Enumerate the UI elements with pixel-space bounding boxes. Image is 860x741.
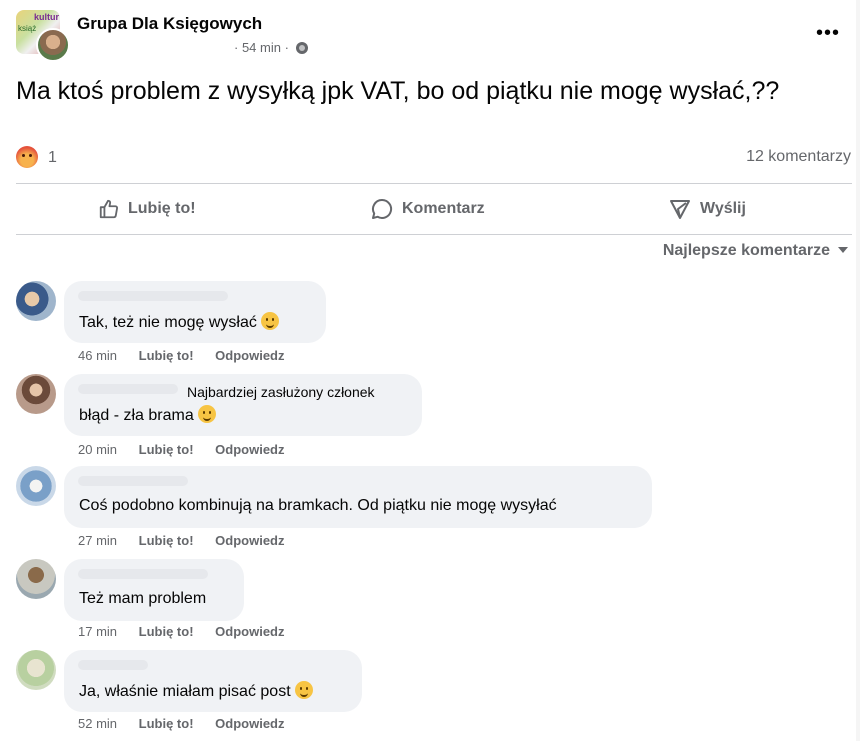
- redacted-author-name: [78, 476, 188, 486]
- comment-button[interactable]: Komentarz: [370, 186, 485, 232]
- group-avatar-text: książ: [18, 24, 37, 33]
- commenter-avatar[interactable]: [16, 650, 56, 690]
- comment-like-button[interactable]: Lubię to!: [139, 533, 194, 548]
- comment-time[interactable]: 52 min: [78, 716, 117, 731]
- angry-reaction-icon[interactable]: [16, 146, 38, 168]
- comment-reply-button[interactable]: Odpowiedz: [215, 716, 284, 731]
- comment-time[interactable]: 20 min: [78, 442, 117, 457]
- thinking-emoji-icon: [260, 312, 279, 330]
- thumbs-up-icon: [99, 199, 119, 219]
- send-button[interactable]: Wyślij: [668, 186, 746, 232]
- commenter-avatar[interactable]: [16, 281, 56, 321]
- comment-like-button[interactable]: Lubię to!: [139, 348, 194, 363]
- send-icon: [670, 200, 690, 219]
- winking-emoji-icon: [294, 681, 313, 699]
- post-actions: Lubię to! Komentarz Wyślij: [16, 186, 852, 232]
- comment-footer: 20 min Lubię to! Odpowiedz: [78, 442, 303, 457]
- comment-footer: 52 min Lubię to! Odpowiedz: [78, 716, 303, 731]
- comment-bubble: Też mam problem: [64, 559, 244, 621]
- comment-text: Też mam problem: [79, 590, 207, 607]
- comment-bubble: Ja, właśnie miałam pisać post: [64, 650, 362, 712]
- redacted-author-name: [78, 660, 148, 670]
- comment-label: Komentarz: [402, 200, 485, 217]
- post-meta: · 54 min ·: [234, 40, 308, 55]
- post-header: kultur książ Grupa Dla Księgowych · 54 m…: [16, 8, 844, 62]
- redacted-author-name: [78, 384, 178, 394]
- comment-footer: 17 min Lubię to! Odpowiedz: [78, 624, 303, 639]
- comment-reply-button[interactable]: Odpowiedz: [215, 624, 284, 639]
- author-avatar[interactable]: [36, 28, 70, 62]
- reactions-summary: 1 12 komentarzy: [16, 144, 852, 172]
- comment-reply-button[interactable]: Odpowiedz: [215, 442, 284, 457]
- more-options-icon[interactable]: •••: [816, 22, 840, 45]
- reaction-count[interactable]: 1: [48, 149, 57, 167]
- comment-reply-button[interactable]: Odpowiedz: [215, 348, 284, 363]
- post-body: Ma ktoś problem z wysyłką jpk VAT, bo od…: [16, 77, 780, 105]
- comment-bubble-icon: [372, 198, 393, 219]
- comment-text: Tak, też nie mogę wysłać: [79, 312, 279, 332]
- comment-like-button[interactable]: Lubię to!: [139, 624, 194, 639]
- comment-text: błąd - zła brama: [79, 405, 216, 425]
- caret-down-icon: [838, 247, 848, 253]
- audience-icon[interactable]: [295, 42, 308, 54]
- comment-bubble: Najbardziej zasłużony członek błąd - zła…: [64, 374, 422, 436]
- divider: [16, 183, 852, 184]
- comment-sort-dropdown[interactable]: Najlepsze komentarze: [663, 242, 848, 260]
- grinning-emoji-icon: [197, 405, 216, 423]
- top-member-badge: Najbardziej zasłużony członek: [187, 384, 375, 400]
- commenter-avatar[interactable]: [16, 559, 56, 599]
- redacted-author-name: [78, 569, 208, 579]
- divider: [16, 234, 852, 235]
- comment-reply-button[interactable]: Odpowiedz: [215, 533, 284, 548]
- group-name[interactable]: Grupa Dla Księgowych: [77, 14, 262, 34]
- comment-bubble: Coś podobno kombinują na bramkach. Od pi…: [64, 466, 652, 528]
- comment-time[interactable]: 27 min: [78, 533, 117, 548]
- like-label: Lubię to!: [128, 200, 196, 217]
- scrollbar[interactable]: [856, 0, 860, 741]
- comment-text: Coś podobno kombinują na bramkach. Od pi…: [79, 497, 557, 514]
- comment-bubble: Tak, też nie mogę wysłać: [64, 281, 326, 343]
- comment-like-button[interactable]: Lubię to!: [139, 716, 194, 731]
- like-button[interactable]: Lubię to!: [98, 186, 196, 232]
- comment-text: Ja, właśnie miałam pisać post: [79, 681, 313, 701]
- commenter-avatar[interactable]: [16, 466, 56, 506]
- comment-time[interactable]: 46 min: [78, 348, 117, 363]
- redacted-author-name: [78, 291, 228, 301]
- sort-label: Najlepsze komentarze: [662, 242, 830, 259]
- post-time[interactable]: · 54 min ·: [234, 40, 289, 55]
- group-avatar-text: kultur: [34, 12, 60, 22]
- comment-like-button[interactable]: Lubię to!: [139, 442, 194, 457]
- comments-count[interactable]: 12 komentarzy: [746, 148, 851, 166]
- send-label: Wyślij: [700, 200, 746, 217]
- comment-footer: 46 min Lubię to! Odpowiedz: [78, 348, 303, 363]
- commenter-avatar[interactable]: [16, 374, 56, 414]
- comment-time[interactable]: 17 min: [78, 624, 117, 639]
- comment-footer: 27 min Lubię to! Odpowiedz: [78, 533, 303, 548]
